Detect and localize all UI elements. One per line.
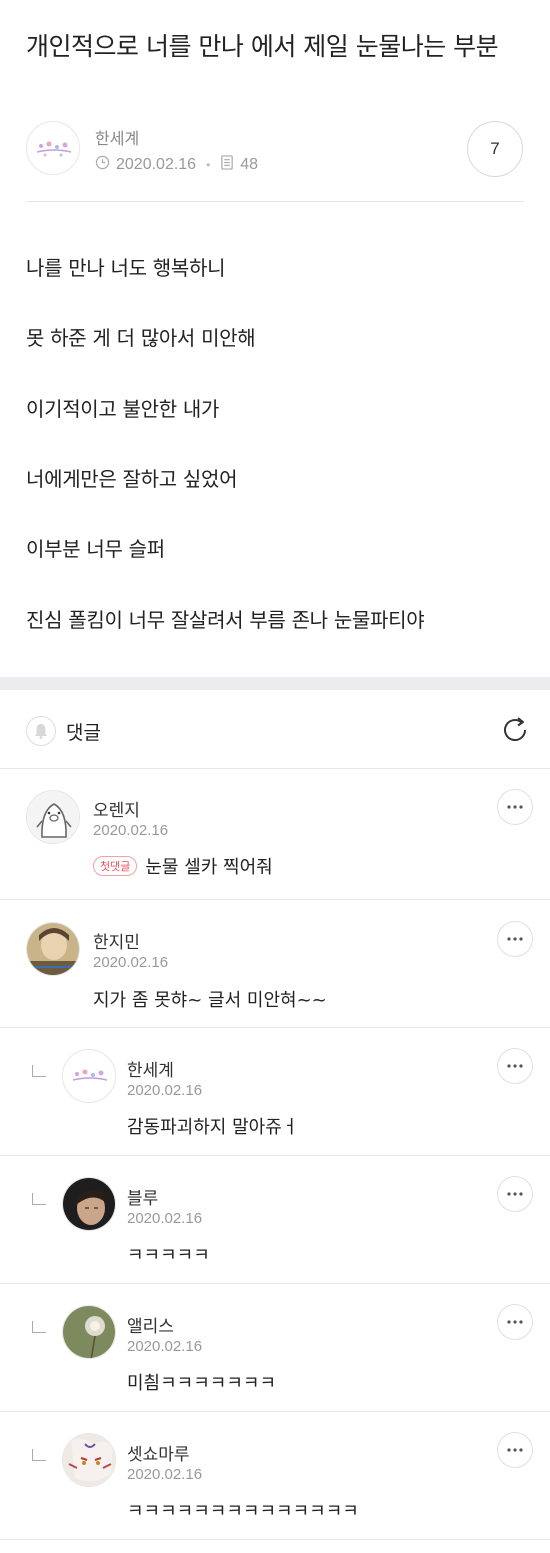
document-icon — [220, 155, 234, 175]
author-name[interactable]: 한세계 — [95, 125, 139, 149]
post-title: 개인적으로 너를 만나 에서 제일 눈물나는 부분 — [26, 32, 499, 61]
reply-item: 블루 2020.02.16 ㅋㅋㅋㅋㅋ — [0, 1156, 550, 1283]
comment-body: 감동파괴하지 말아쥬ㅓ — [127, 1117, 299, 1138]
comment-avatar[interactable] — [26, 922, 80, 976]
post-views: 48 — [240, 156, 259, 173]
comment-body: ㅋㅋㅋㅋㅋㅋㅋㅋㅋㅋㅋㅋㅋㅋ — [127, 1501, 359, 1522]
comments-header: 댓글 — [0, 690, 550, 768]
body-line: 이부분 너무 슬퍼 — [26, 537, 165, 561]
first-comment-badge: 첫댓글 — [93, 856, 138, 876]
comment-avatar[interactable] — [62, 1433, 116, 1487]
more-icon[interactable] — [497, 1432, 533, 1468]
comment-avatar[interactable] — [62, 1305, 116, 1359]
divider — [0, 1539, 550, 1540]
comment-author[interactable]: 셋쇼마루 — [127, 1440, 190, 1465]
body-line: 나를 만나 너도 행복하니 — [26, 256, 226, 280]
comment-item: 오렌지 2020.02.16 첫댓글 눈물 셀카 찍어줘 — [0, 769, 550, 899]
more-icon[interactable] — [497, 1176, 533, 1212]
reply-item: 한세계 2020.02.16 감동파괴하지 말아쥬ㅓ — [0, 1028, 550, 1155]
comment-author[interactable]: 한지민 — [93, 928, 140, 953]
post-meta: 2020.02.16 • 48 — [95, 155, 258, 175]
comment-author[interactable]: 한세계 — [127, 1056, 174, 1081]
comment-body: ㅋㅋㅋㅋㅋ — [127, 1245, 210, 1266]
comment-avatar[interactable] — [62, 1177, 116, 1231]
more-icon[interactable] — [497, 1048, 533, 1084]
reply-item: 앨리스 2020.02.16 미칌ㅋㅋㅋㅋㅋㅋㅋ — [0, 1284, 550, 1411]
author-avatar[interactable] — [26, 121, 80, 175]
comment-body: 미칌ㅋㅋㅋㅋㅋㅋㅋ — [127, 1373, 277, 1394]
reply-item: 셋쇼마루 2020.02.16 ㅋㅋㅋㅋㅋㅋㅋㅋㅋㅋㅋㅋㅋㅋ — [0, 1412, 550, 1539]
meta-separator: • — [206, 158, 211, 172]
comment-avatar[interactable] — [62, 1049, 116, 1103]
comment-date: 2020.02.16 — [127, 1210, 203, 1227]
bell-icon[interactable] — [26, 716, 56, 746]
more-icon[interactable] — [497, 1304, 533, 1340]
comment-author[interactable]: 앨리스 — [127, 1312, 174, 1337]
more-icon[interactable] — [497, 921, 533, 957]
comment-avatar[interactable] — [26, 790, 80, 844]
post-date: 2020.02.16 — [116, 156, 197, 173]
more-icon[interactable] — [497, 789, 533, 825]
reply-arrow-icon — [32, 1321, 46, 1333]
comment-text: 첫댓글 눈물 셀카 찍어줘 — [93, 853, 273, 879]
reply-arrow-icon — [32, 1065, 46, 1077]
reply-arrow-icon — [32, 1193, 46, 1205]
comment-count-button[interactable]: 7 — [467, 121, 523, 177]
section-separator — [0, 677, 550, 690]
body-line: 못 하준 게 더 많아서 미안해 — [26, 326, 256, 350]
comment-item: 한지민 2020.02.16 지가 좀 못햐~ 글서 미안혀~~ — [0, 900, 550, 1027]
comments-label: 댓글 — [66, 722, 101, 744]
comment-date: 2020.02.16 — [127, 1338, 203, 1355]
body-line: 너에게만은 잘하고 싶었어 — [26, 467, 238, 491]
comment-body: 지가 좀 못햐~ 글서 미안혀~~ — [93, 990, 327, 1011]
comment-author[interactable]: 블루 — [127, 1184, 158, 1209]
comment-date: 2020.02.16 — [93, 954, 169, 971]
refresh-icon[interactable] — [499, 714, 531, 746]
comment-date: 2020.02.16 — [127, 1466, 203, 1483]
comment-date: 2020.02.16 — [127, 1082, 203, 1099]
body-line: 이기적이고 불안한 내가 — [26, 397, 220, 421]
reply-arrow-icon — [32, 1449, 46, 1461]
comment-body: 눈물 셀카 찍어줘 — [145, 857, 273, 878]
divider — [26, 201, 524, 202]
comment-date: 2020.02.16 — [93, 822, 169, 839]
clock-icon — [95, 155, 110, 175]
body-line: 진심 폴킴이 너무 잘살려서 부름 존나 눈물파티야 — [26, 608, 425, 632]
comment-author[interactable]: 오렌지 — [93, 796, 140, 821]
